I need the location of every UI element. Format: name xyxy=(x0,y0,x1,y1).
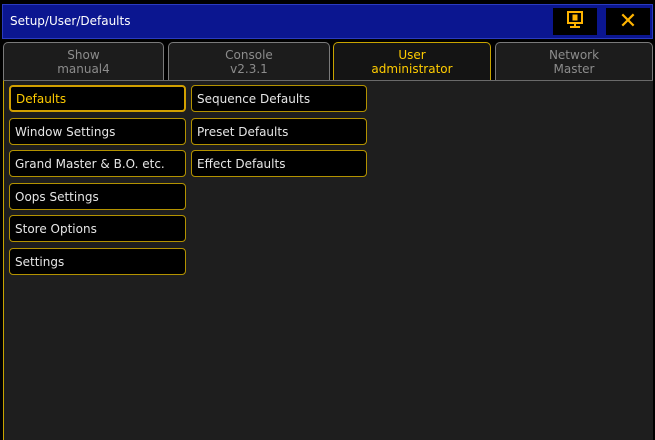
menu-oops-settings-button[interactable]: Oops Settings xyxy=(9,183,186,210)
help-screen-icon xyxy=(567,10,583,33)
tab-user-value: administrator xyxy=(371,62,453,76)
close-icon: ✕ xyxy=(618,8,638,34)
window-title: Setup/User/Defaults xyxy=(10,14,131,28)
title-bar: Setup/User/Defaults ✕ xyxy=(2,4,653,39)
close-button[interactable]: ✕ xyxy=(606,8,650,35)
menu-window-settings-button[interactable]: Window Settings xyxy=(9,118,186,145)
content-panel: Defaults Window Settings Grand Master & … xyxy=(3,80,653,440)
tab-user[interactable]: User administrator xyxy=(333,42,491,80)
tab-console-value: v2.3.1 xyxy=(230,62,268,76)
tab-user-title: User xyxy=(398,48,426,62)
setup-window: Setup/User/Defaults ✕ Show manual4 Conso… xyxy=(0,0,655,440)
preset-defaults-button[interactable]: Preset Defaults xyxy=(191,118,367,145)
menu-settings-button[interactable]: Settings xyxy=(9,248,186,275)
menu-defaults-button[interactable]: Defaults xyxy=(9,85,186,112)
sequence-defaults-button[interactable]: Sequence Defaults xyxy=(191,85,367,112)
tab-show[interactable]: Show manual4 xyxy=(3,42,164,80)
tab-network-title: Network xyxy=(548,48,600,62)
tab-show-title: Show xyxy=(67,48,100,62)
tab-show-value: manual4 xyxy=(57,62,110,76)
tab-console[interactable]: Console v2.3.1 xyxy=(168,42,330,80)
tab-network[interactable]: Network Master xyxy=(495,42,653,80)
menu-grand-master-button[interactable]: Grand Master & B.O. etc. xyxy=(9,150,186,177)
help-button[interactable] xyxy=(553,8,597,35)
tab-console-title: Console xyxy=(225,48,273,62)
tab-bar: Show manual4 Console v2.3.1 User adminis… xyxy=(3,42,653,80)
effect-defaults-button[interactable]: Effect Defaults xyxy=(191,150,367,177)
tab-network-value: Master xyxy=(553,62,595,76)
menu-store-options-button[interactable]: Store Options xyxy=(9,215,186,242)
